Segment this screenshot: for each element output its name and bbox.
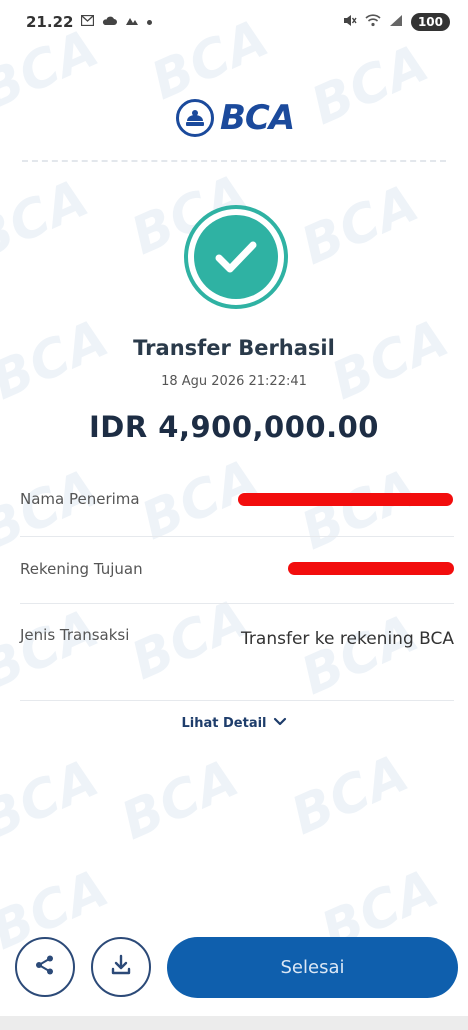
notification-app-icon <box>125 15 139 29</box>
redaction-mark <box>288 562 454 575</box>
download-icon <box>110 954 132 980</box>
chevron-down-icon <box>273 716 287 731</box>
bottom-action-bar: Selesai <box>0 930 468 1010</box>
row-divider <box>20 536 454 537</box>
mail-icon <box>81 14 95 29</box>
status-time: 21.22 <box>26 13 74 31</box>
bca-logo-text: BCA <box>220 98 295 138</box>
share-icon <box>34 954 56 980</box>
done-button-label: Selesai <box>280 957 345 978</box>
bca-logo: BCA <box>176 98 295 138</box>
more-notifications-dot-icon <box>147 19 153 25</box>
view-detail-label: Lihat Detail <box>181 716 267 731</box>
row-divider <box>20 700 454 701</box>
bca-emblem-icon <box>176 99 214 137</box>
header-divider <box>22 160 446 162</box>
row-divider <box>20 603 454 604</box>
download-button[interactable] <box>91 937 151 997</box>
detail-label: Jenis Transaksi <box>20 626 130 644</box>
view-detail-link[interactable]: Lihat Detail <box>0 716 468 731</box>
signal-icon <box>389 14 403 30</box>
detail-label: Nama Penerima <box>20 490 140 508</box>
cloud-icon <box>102 15 118 29</box>
detail-label: Rekening Tujuan <box>20 560 143 578</box>
transfer-amount: IDR 4,900,000.00 <box>89 410 379 444</box>
detail-row-transaction-type: Jenis Transaksi Transfer ke rekening BCA <box>20 626 454 652</box>
success-check-icon <box>184 205 288 309</box>
redaction-mark <box>238 493 453 506</box>
detail-value: Transfer ke rekening BCA <box>241 629 454 649</box>
mute-icon <box>343 14 357 30</box>
navigation-bar <box>0 1016 468 1030</box>
transfer-timestamp: 18 Agu 2026 21:22:41 <box>161 374 307 389</box>
transfer-success-screen: BCA BCA BCA BCA BCA BCA BCA BCA BCA BCA … <box>0 0 468 1030</box>
battery-indicator: 100 <box>410 13 450 31</box>
bca-watermark-pattern: BCA BCA BCA BCA BCA BCA BCA BCA BCA BCA … <box>0 7 459 963</box>
transfer-status-title: Transfer Berhasil <box>133 336 335 360</box>
wifi-icon <box>365 14 381 30</box>
status-bar: 21.22 100 <box>0 0 468 44</box>
done-button[interactable]: Selesai <box>167 937 458 998</box>
share-button[interactable] <box>15 937 75 997</box>
